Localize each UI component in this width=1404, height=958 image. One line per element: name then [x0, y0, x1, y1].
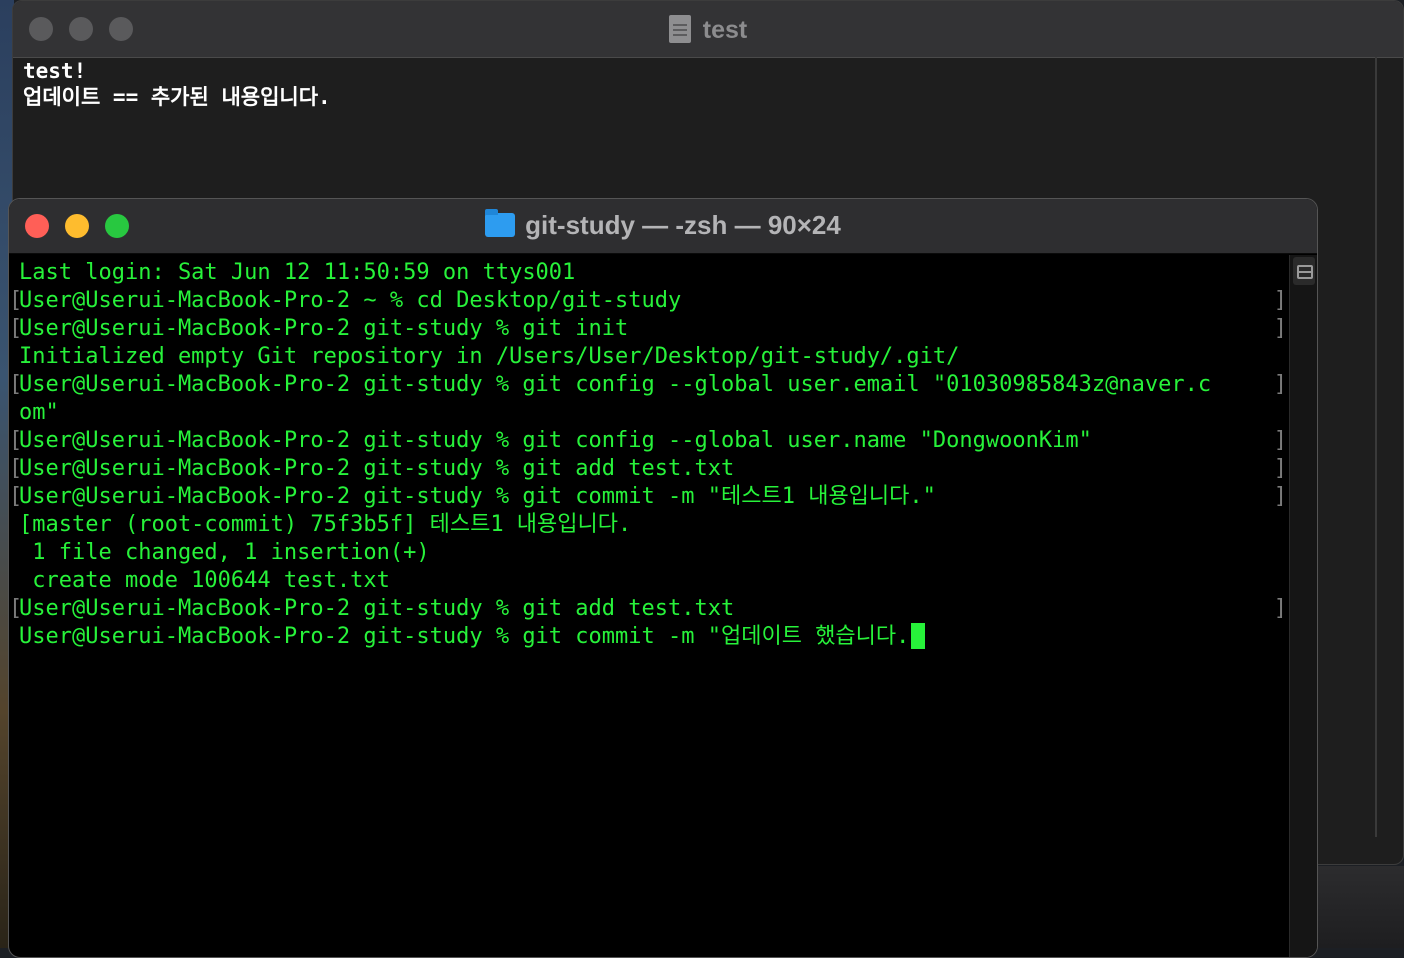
terminal-line-text: 1 file changed, 1 insertion(+) — [19, 540, 430, 565]
terminal-line: [] User@Userui-MacBook-Pro-2 git-study % … — [9, 427, 1287, 455]
terminal-line: [] User@Userui-MacBook-Pro-2 git-study % … — [9, 315, 1287, 343]
mark-bracket-right: ] — [1273, 484, 1287, 509]
mark-bracket-left: [ — [9, 484, 23, 509]
terminal-line-text: User@Userui-MacBook-Pro-2 git-study % gi… — [19, 316, 629, 341]
terminal-title: git-study — -zsh — 90×24 — [9, 209, 1317, 241]
mark-bracket-left: [ — [9, 372, 23, 397]
mark-bracket-right: ] — [1273, 456, 1287, 481]
terminal-output[interactable]: Last login: Sat Jun 12 11:50:59 on ttys0… — [9, 259, 1287, 651]
terminal-line-text: create mode 100644 test.txt — [19, 568, 390, 593]
mark-bracket-left: [ — [9, 428, 23, 453]
document-line: test! — [23, 59, 87, 83]
terminal-line-text: User@Userui-MacBook-Pro-2 git-study % gi… — [19, 596, 735, 621]
terminal-line-text: User@Userui-MacBook-Pro-2 git-study % gi… — [19, 484, 936, 509]
mark-bracket-left: [ — [9, 456, 23, 481]
textedit-document-body[interactable]: test! 업데이트 == 추가된 내용입니다. — [13, 58, 1403, 110]
mark-bracket-left: [ — [9, 596, 23, 621]
terminal-window[interactable]: git-study — -zsh — 90×24 Last login: Sat… — [8, 198, 1318, 958]
terminal-line-text: Last login: Sat Jun 12 11:50:59 on ttys0… — [19, 260, 576, 285]
textedit-title: test — [13, 15, 1403, 45]
terminal-line: create mode 100644 test.txt — [9, 567, 1287, 595]
text-cursor — [911, 623, 926, 649]
mark-bracket-right: ] — [1273, 316, 1287, 341]
terminal-line: [master (root-commit) 75f3b5f] 테스트1 내용입니… — [9, 511, 1287, 539]
terminal-line-text: Initialized empty Git repository in /Use… — [19, 344, 960, 369]
marks-icon[interactable] — [1293, 257, 1315, 285]
terminal-line-text: User@Userui-MacBook-Pro-2 git-study % gi… — [19, 624, 910, 649]
terminal-line-text: User@Userui-MacBook-Pro-2 git-study % gi… — [19, 428, 1092, 453]
terminal-title-text: git-study — -zsh — 90×24 — [525, 210, 841, 240]
terminal-line: [] User@Userui-MacBook-Pro-2 git-study % … — [9, 455, 1287, 483]
terminal-line: [] User@Userui-MacBook-Pro-2 git-study % … — [9, 595, 1287, 623]
textedit-scrollbar[interactable] — [1375, 57, 1377, 837]
desktop-background — [1316, 866, 1404, 948]
terminal-line-text: [master (root-commit) 75f3b5f] 테스트1 내용입니… — [19, 512, 632, 537]
document-line: 업데이트 == 추가된 내용입니다. — [23, 85, 331, 109]
terminal-line: [] User@Userui-MacBook-Pro-2 git-study % … — [9, 483, 1287, 511]
mark-bracket-right: ] — [1273, 372, 1287, 397]
terminal-titlebar[interactable]: git-study — -zsh — 90×24 — [9, 199, 1317, 254]
folder-icon — [485, 209, 516, 237]
terminal-line-text: User@Userui-MacBook-Pro-2 git-study % gi… — [19, 456, 735, 481]
terminal-line-text: User@Userui-MacBook-Pro-2 git-study % gi… — [19, 372, 1212, 397]
mark-bracket-left: [ — [9, 288, 23, 313]
terminal-line: User@Userui-MacBook-Pro-2 git-study % gi… — [9, 623, 1287, 651]
mark-bracket-right: ] — [1273, 428, 1287, 453]
mark-bracket-right: ] — [1273, 596, 1287, 621]
terminal-line: [] User@Userui-MacBook-Pro-2 ~ % cd Deskt… — [9, 287, 1287, 315]
terminal-line: [] User@Userui-MacBook-Pro-2 git-study % … — [9, 371, 1287, 399]
terminal-line: 1 file changed, 1 insertion(+) — [9, 539, 1287, 567]
mark-bracket-left: [ — [9, 316, 23, 341]
document-icon — [668, 15, 691, 43]
terminal-line: Last login: Sat Jun 12 11:50:59 on ttys0… — [9, 259, 1287, 287]
textedit-title-text: test — [702, 16, 748, 44]
terminal-scrollbar[interactable] — [1289, 255, 1317, 957]
terminal-line-text: om" — [19, 400, 59, 425]
mark-bracket-right: ] — [1273, 288, 1287, 313]
textedit-titlebar[interactable]: test — [13, 1, 1403, 58]
terminal-line-text: User@Userui-MacBook-Pro-2 ~ % cd Desktop… — [19, 288, 682, 313]
terminal-line: Initialized empty Git repository in /Use… — [9, 343, 1287, 371]
terminal-line: om" — [9, 399, 1287, 427]
